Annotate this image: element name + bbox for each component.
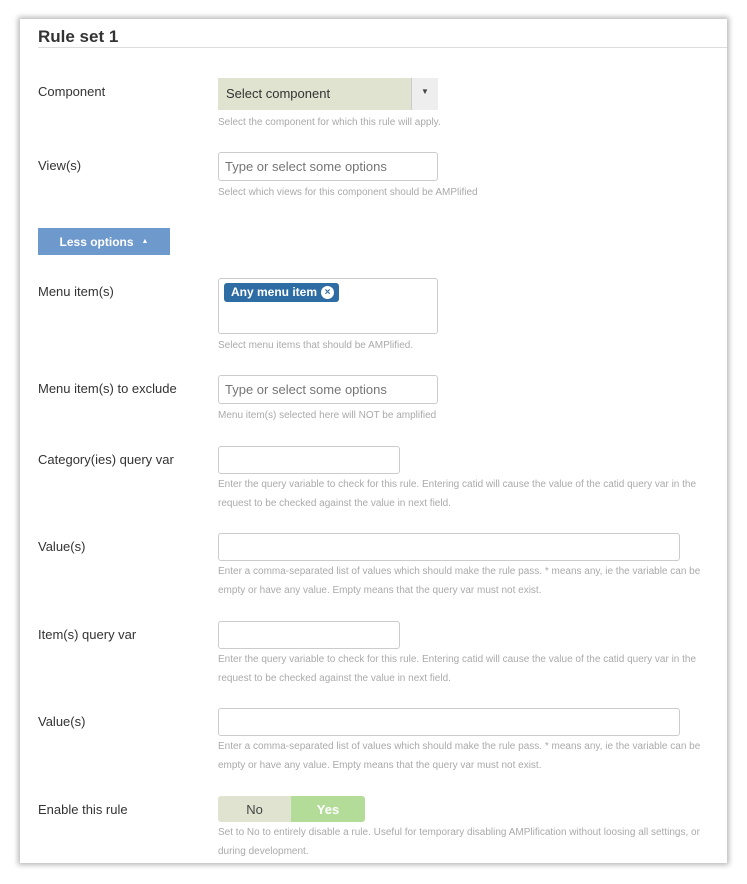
category-query-var-help: Enter the query variable to check for th…	[218, 479, 697, 509]
item-query-var-input[interactable]	[218, 621, 400, 649]
panel-title: Rule set 1	[38, 27, 119, 46]
component-select-value[interactable]: Select component	[218, 78, 411, 110]
component-label: Component	[38, 84, 106, 99]
component-select[interactable]: Select component ▼	[218, 78, 438, 110]
item-query-var-label: Item(s) query var	[38, 627, 137, 642]
category-values-input[interactable]	[218, 533, 680, 561]
category-query-var-label: Category(ies) query var	[38, 452, 174, 467]
menu-item-chip: Any menu item ×	[224, 283, 340, 302]
toggle-option-yes[interactable]: Yes	[291, 796, 365, 822]
views-help: Select which views for this component sh…	[218, 187, 478, 198]
chip-label: Any menu item	[231, 285, 318, 299]
views-label: View(s)	[38, 158, 82, 173]
chevron-down-icon[interactable]: ▼	[411, 78, 438, 110]
category-values-help: Enter a comma-separated list of values w…	[218, 566, 701, 596]
enable-rule-help: Set to No to entirely disable a rule. Us…	[218, 827, 700, 857]
menu-items-exclude-input[interactable]	[218, 375, 438, 404]
menu-items-exclude-help: Menu item(s) selected here will NOT be a…	[218, 410, 437, 421]
menu-items-help: Select menu items that should be AMPlifi…	[218, 340, 414, 351]
views-input[interactable]	[218, 152, 438, 181]
toggle-option-no[interactable]: No	[218, 796, 291, 822]
menu-items-label: Menu item(s)	[38, 284, 114, 299]
menu-items-multiselect[interactable]: Any menu item ×	[218, 278, 438, 334]
caret-up-icon: ▲	[141, 238, 149, 245]
component-help: Select the component for which this rule…	[218, 117, 441, 128]
item-values-input[interactable]	[218, 708, 680, 736]
item-values-label: Value(s)	[38, 714, 86, 729]
rule-set-panel: Rule set 1 Component Select component ▼ …	[20, 19, 727, 863]
less-options-button[interactable]: Less options ▲	[38, 228, 170, 255]
remove-chip-icon[interactable]: ×	[321, 285, 335, 299]
less-options-label: Less options	[59, 234, 134, 249]
enable-rule-toggle[interactable]: No Yes	[218, 796, 365, 822]
item-query-var-help: Enter the query variable to check for th…	[218, 654, 697, 684]
enable-rule-label: Enable this rule	[38, 802, 128, 817]
category-values-label: Value(s)	[38, 539, 86, 554]
title-divider	[38, 47, 727, 48]
menu-items-exclude-label: Menu item(s) to exclude	[38, 381, 177, 396]
item-values-help: Enter a comma-separated list of values w…	[218, 741, 701, 771]
category-query-var-input[interactable]	[218, 446, 400, 474]
